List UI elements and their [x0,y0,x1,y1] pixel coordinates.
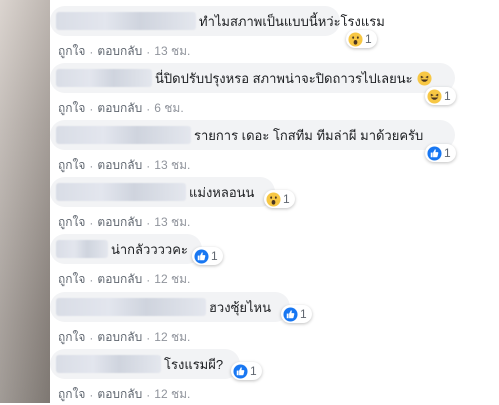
comment-text: ทำไมสภาพเป็นแบบนี้หว่ะโรงแรม [199,13,385,29]
wow-icon [348,31,363,47]
comment-actions: ถูกใจ · ตอบกลับ · 6 ชม. [58,99,184,118]
timestamp[interactable]: 13 ชม. [154,156,190,175]
separator: · [146,44,151,59]
comment-actions: ถูกใจ · ตอบกลับ · 13 ชม. [58,156,190,175]
comment-bubble: โรงแรมผี? [50,349,240,379]
reaction-badge[interactable]: 1 [425,144,456,162]
like-link[interactable]: ถูกใจ [58,156,85,175]
like-icon [283,306,298,322]
like-icon [427,145,442,161]
like-link[interactable]: ถูกใจ [58,385,85,404]
reaction-count: 1 [300,307,307,321]
separator: · [146,215,151,230]
comment-text: โรงแรมผี? [164,356,224,372]
comment-item: แม่งหลอนน 1 ถูกใจ · ตอบกลับ · 13 ชม. [50,177,499,233]
avatar-strip [0,0,50,403]
reaction-badge[interactable]: 1 [346,30,377,48]
comment-item: รายการ เดอะ โกสทีม ทีมล่าผี มาด้วยครับ 1… [50,120,499,176]
comment-actions: ถูกใจ · ตอบกลับ · 12 ชม. [58,385,190,404]
reaction-badge[interactable]: 1 [281,305,312,323]
reaction-count: 1 [444,146,451,160]
reply-link[interactable]: ตอบกลับ [97,385,142,404]
like-link[interactable]: ถูกใจ [58,99,85,118]
reply-link[interactable]: ตอบกลับ [97,328,142,347]
like-link[interactable]: ถูกใจ [58,42,85,61]
separator: · [89,272,94,287]
comment-text: แม่งหลอนน [189,184,255,200]
comment-bubble: น่ากลัววววคะ [50,234,202,264]
reaction-count: 1 [250,364,257,378]
reaction-count: 1 [444,89,451,103]
timestamp[interactable]: 6 ชม. [154,99,183,118]
timestamp[interactable]: 12 ชม. [154,385,190,404]
comment-actions: ถูกใจ · ตอบกลับ · 12 ชม. [58,270,190,289]
comment-item: ทำไมสภาพเป็นแบบนี้หว่ะโรงแรม 1 ถูกใจ · ต… [50,6,499,62]
commenter-name[interactable] [56,183,186,201]
reply-link[interactable]: ตอบกลับ [97,270,142,289]
like-link[interactable]: ถูกใจ [58,270,85,289]
timestamp[interactable]: 12 ชม. [154,328,190,347]
timestamp[interactable]: 13 ชม. [154,213,190,232]
reply-link[interactable]: ตอบกลับ [97,213,142,232]
comment-text: รายการ เดอะ โกสทีม ทีมล่าผี มาด้วยครับ [194,127,424,143]
like-link[interactable]: ถูกใจ [58,328,85,347]
separator: · [89,158,94,173]
separator: · [89,101,94,116]
comment-bubble: นี่ปิดปรับปรุงหรอ สภาพน่าจะปิดถาวรไปเลยน… [50,63,455,93]
comment-actions: ถูกใจ · ตอบกลับ · 13 ชม. [58,213,190,232]
comment-item: ฮวงซุ้ยไหน 1 ถูกใจ · ตอบกลับ · 12 ชม. [50,292,499,348]
commenter-name[interactable] [56,355,161,373]
reaction-badge[interactable]: 1 [192,247,223,265]
comment-text: ฮวงซุ้ยไหน [209,299,272,315]
comment-item: โรงแรมผี? 1 ถูกใจ · ตอบกลับ · 12 ชม. [50,349,499,405]
timestamp[interactable]: 13 ชม. [154,42,190,61]
separator: · [89,44,94,59]
reply-link[interactable]: ตอบกลับ [97,99,142,118]
separator: · [89,387,94,402]
commenter-name[interactable] [56,12,196,30]
separator: · [146,101,151,116]
timestamp[interactable]: 12 ชม. [154,270,190,289]
commenter-name[interactable] [56,69,152,87]
commenter-name[interactable] [56,298,206,316]
comment-text: น่ากลัววววคะ [111,241,188,257]
reply-link[interactable]: ตอบกลับ [97,42,142,61]
reaction-badge[interactable]: 1 [231,362,262,380]
like-link[interactable]: ถูกใจ [58,213,85,232]
comment-bubble: แม่งหลอนน [50,177,275,207]
haha-icon [427,88,442,104]
commenter-name[interactable] [56,240,108,258]
like-icon [233,363,248,379]
separator: · [89,330,94,345]
reaction-count: 1 [283,192,290,206]
comment-item: นี่ปิดปรับปรุงหรอ สภาพน่าจะปิดถาวรไปเลยน… [50,63,499,119]
like-icon [194,248,209,264]
comment-bubble: ฮวงซุ้ยไหน [50,292,290,322]
commenter-name[interactable] [56,126,191,144]
reaction-badge[interactable]: 1 [425,87,456,105]
reply-link[interactable]: ตอบกลับ [97,156,142,175]
comment-actions: ถูกใจ · ตอบกลับ · 13 ชม. [58,42,190,61]
separator: · [146,158,151,173]
comment-text: นี่ปิดปรับปรุงหรอ สภาพน่าจะปิดถาวรไปเลยน… [155,70,413,86]
separator: · [146,387,151,402]
reaction-badge[interactable]: 1 [264,190,295,208]
comment-item: น่ากลัววววคะ 1 ถูกใจ · ตอบกลับ · 12 ชม. [50,234,499,290]
separator: · [89,215,94,230]
haha-icon [417,70,432,86]
wow-icon [266,191,281,207]
reaction-count: 1 [211,249,218,263]
comment-actions: ถูกใจ · ตอบกลับ · 12 ชม. [58,328,190,347]
reaction-count: 1 [365,32,372,46]
separator: · [146,330,151,345]
comment-bubble: ทำไมสภาพเป็นแบบนี้หว่ะโรงแรม [50,6,385,36]
separator: · [146,272,151,287]
comment-bubble: รายการ เดอะ โกสทีม ทีมล่าผี มาด้วยครับ [50,120,455,150]
